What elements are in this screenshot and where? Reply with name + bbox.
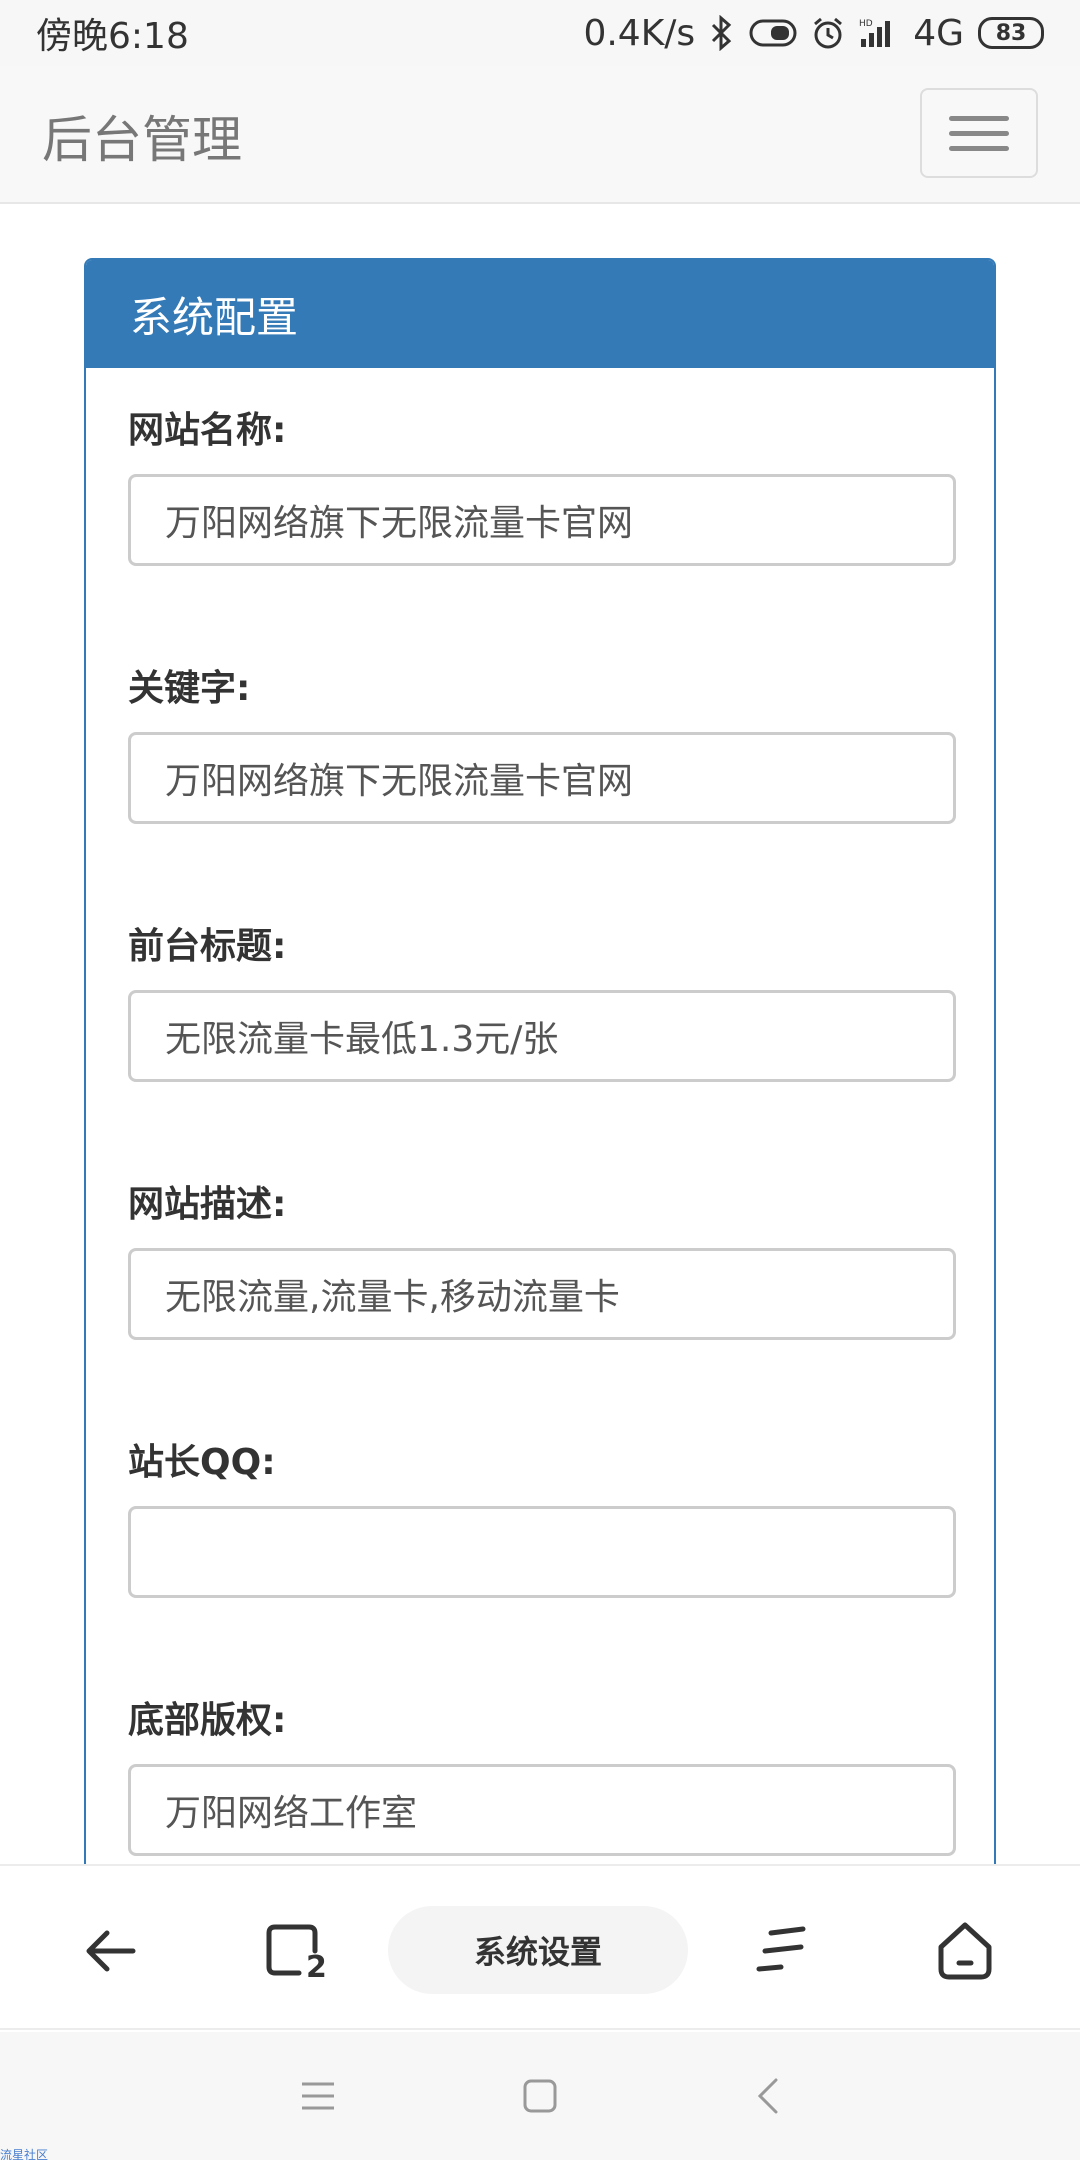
menu-button[interactable] bbox=[736, 1906, 826, 1996]
form-group-front-title: 前台标题: bbox=[128, 924, 956, 1182]
admin-qq-label: 站长QQ: bbox=[128, 1442, 276, 1483]
current-tab-pill[interactable]: 系统设置 bbox=[388, 1906, 688, 1994]
recent-apps-icon bbox=[302, 2082, 334, 2110]
copyright-label: 底部版权: bbox=[128, 1700, 287, 1741]
network-speed: 0.4K/s bbox=[583, 12, 696, 54]
menu-lines-icon bbox=[756, 1926, 806, 1972]
status-time: 傍晚6:18 bbox=[36, 16, 189, 57]
network-type: 4G bbox=[913, 12, 964, 54]
recent-apps-button[interactable] bbox=[278, 2056, 358, 2136]
hamburger-icon-bar bbox=[949, 130, 1009, 136]
home-icon bbox=[938, 1922, 992, 1980]
hamburger-icon-bar bbox=[949, 145, 1009, 151]
form-group-keywords: 关键字: bbox=[128, 666, 956, 924]
watermark-text: 流星社区 bbox=[0, 2148, 49, 2160]
svg-text:HD: HD bbox=[859, 19, 873, 29]
form-group-description: 网站描述: bbox=[128, 1182, 956, 1440]
admin-qq-input[interactable] bbox=[128, 1506, 956, 1598]
copyright-input[interactable] bbox=[128, 1764, 956, 1856]
description-input[interactable] bbox=[128, 1248, 956, 1340]
hamburger-icon-bar bbox=[949, 115, 1009, 121]
navbar: 后台管理 bbox=[0, 66, 1080, 204]
keywords-input[interactable] bbox=[128, 732, 956, 824]
site-name-input[interactable] bbox=[128, 474, 956, 566]
bluetooth-icon bbox=[709, 15, 735, 51]
back-arrow-icon bbox=[86, 1930, 136, 1972]
keywords-label: 关键字: bbox=[128, 668, 251, 709]
tab-count: 2 bbox=[306, 1950, 327, 1985]
battery-icon: 83 bbox=[978, 17, 1044, 49]
tabs-button[interactable]: 2 bbox=[250, 1906, 340, 1996]
browser-toolbar: 2 系统设置 bbox=[0, 1864, 1080, 2030]
square-icon bbox=[523, 2079, 557, 2113]
system-nav-bar bbox=[0, 2032, 1080, 2160]
description-label: 网站描述: bbox=[128, 1184, 287, 1225]
toggle-icon bbox=[749, 19, 797, 47]
back-button[interactable] bbox=[66, 1906, 156, 1996]
status-icons: 0.4K/s HD 4G 83 bbox=[583, 13, 1044, 54]
signal-icon: HD bbox=[859, 17, 899, 49]
form-group-site-name: 网站名称: bbox=[128, 408, 956, 666]
alarm-icon bbox=[811, 16, 845, 50]
form-group-admin-qq: 站长QQ: bbox=[128, 1440, 956, 1698]
home-system-button[interactable] bbox=[500, 2056, 580, 2136]
chevron-left-icon bbox=[757, 2078, 778, 2114]
panel-body: 网站名称: 关键字: 前台标题: 网站描述: 站长QQ: 底部版权: bbox=[86, 368, 994, 1898]
panel-title: 系统配置 bbox=[86, 260, 994, 368]
system-config-panel: 系统配置 网站名称: 关键字: 前台标题: 网站描述: 站长QQ: 底部版权: bbox=[84, 258, 996, 1898]
home-button[interactable] bbox=[920, 1906, 1010, 1996]
menu-toggle-button[interactable] bbox=[920, 88, 1038, 178]
front-title-label: 前台标题: bbox=[128, 926, 287, 967]
site-name-label: 网站名称: bbox=[128, 410, 287, 451]
front-title-input[interactable] bbox=[128, 990, 956, 1082]
navbar-brand[interactable]: 后台管理 bbox=[42, 100, 242, 172]
back-system-button[interactable] bbox=[728, 2056, 808, 2136]
status-bar: 傍晚6:18 0.4K/s HD 4G 83 bbox=[0, 0, 1080, 66]
